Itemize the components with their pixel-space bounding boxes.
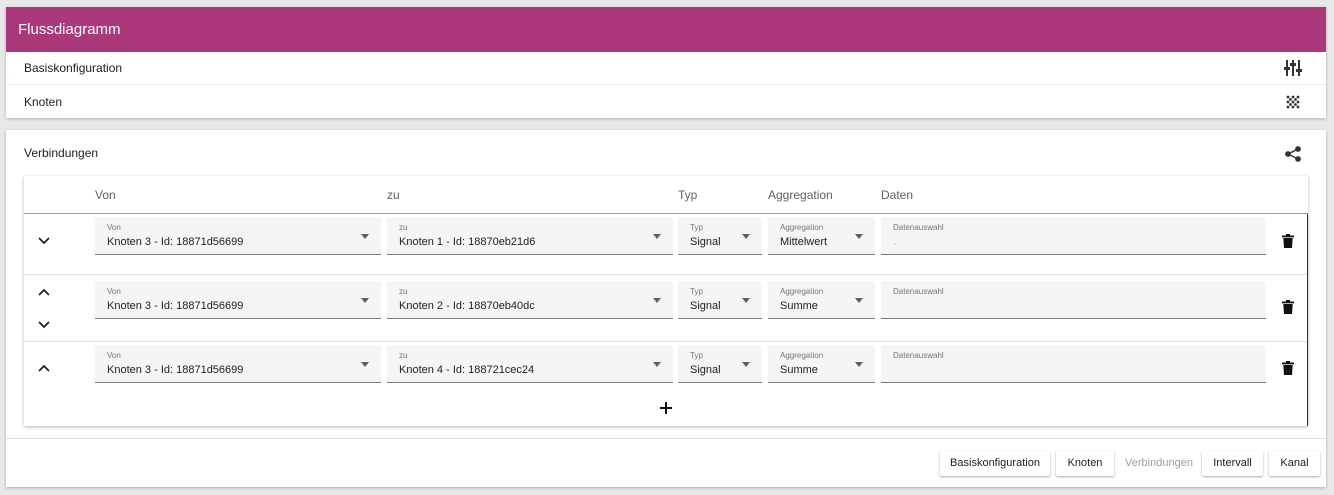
column-header-zu: zu bbox=[387, 188, 400, 202]
plus-icon[interactable] bbox=[656, 398, 676, 418]
delete-icon[interactable] bbox=[1278, 358, 1298, 378]
table-row: Von Knoten 3 - Id: 18871d56699 zu Knoten… bbox=[24, 214, 1308, 275]
table-edge-line bbox=[1307, 214, 1308, 426]
typ-select[interactable]: Typ Signal bbox=[678, 281, 762, 319]
column-header-daten: Daten bbox=[881, 188, 914, 202]
connections-card: Verbindungen Von zu Typ Aggregation Date… bbox=[6, 130, 1326, 487]
zu-select[interactable]: zu Knoten 4 - Id: 188721cec24 bbox=[387, 345, 673, 383]
flow-diagram-card: Flussdiagramm Basiskonfiguration Knoten bbox=[6, 7, 1326, 118]
aggregation-select[interactable]: Aggregation Mittelwert bbox=[768, 217, 875, 255]
chevron-up-icon[interactable] bbox=[34, 358, 54, 378]
grain-icon bbox=[1284, 93, 1302, 111]
aggregation-select[interactable]: Aggregation Summe bbox=[768, 281, 875, 319]
dropdown-arrow-icon bbox=[653, 298, 661, 303]
dropdown-arrow-icon bbox=[855, 362, 863, 367]
delete-icon[interactable] bbox=[1278, 231, 1298, 251]
daten-select[interactable]: Datenauswahl . bbox=[881, 217, 1266, 255]
column-header-von: Von bbox=[95, 188, 116, 202]
share-icon[interactable] bbox=[1283, 144, 1303, 164]
page-title: Flussdiagramm bbox=[6, 7, 1326, 52]
dropdown-arrow-icon bbox=[361, 362, 369, 367]
panel-label: Knoten bbox=[24, 94, 63, 109]
dropdown-arrow-icon bbox=[361, 298, 369, 303]
table-row: Von Knoten 3 - Id: 18871d56699 zu Knoten… bbox=[24, 275, 1308, 342]
dropdown-arrow-icon bbox=[361, 234, 369, 239]
chevron-up-icon[interactable] bbox=[34, 282, 54, 302]
footer-divider bbox=[6, 438, 1326, 439]
section-title: Verbindungen bbox=[24, 146, 99, 160]
chevron-down-icon[interactable] bbox=[34, 315, 54, 335]
von-select[interactable]: Von Knoten 3 - Id: 18871d56699 bbox=[95, 217, 381, 255]
typ-select[interactable]: Typ Signal bbox=[678, 345, 762, 383]
dropdown-arrow-icon bbox=[742, 298, 750, 303]
dropdown-arrow-icon bbox=[653, 362, 661, 367]
table-row: Von Knoten 3 - Id: 18871d56699 zu Knoten… bbox=[24, 342, 1308, 403]
panel-knoten[interactable]: Knoten bbox=[6, 85, 1326, 118]
tune-icon bbox=[1284, 59, 1302, 77]
panel-label: Basiskonfiguration bbox=[24, 61, 123, 75]
daten-select[interactable]: Datenauswahl bbox=[881, 345, 1266, 383]
zu-select[interactable]: zu Knoten 1 - Id: 18870eb21d6 bbox=[387, 217, 673, 255]
column-header-aggregation: Aggregation bbox=[768, 188, 833, 202]
kanal-button[interactable]: Kanal bbox=[1269, 451, 1320, 476]
table-header: Von zu Typ Aggregation Daten bbox=[24, 176, 1308, 214]
delete-icon[interactable] bbox=[1278, 297, 1298, 317]
panel-basiskonfiguration[interactable]: Basiskonfiguration bbox=[6, 52, 1326, 85]
basiskonfiguration-button[interactable]: Basiskonfiguration bbox=[940, 451, 1050, 476]
verbindungen-button[interactable]: Verbindungen bbox=[1120, 451, 1198, 476]
von-select[interactable]: Von Knoten 3 - Id: 18871d56699 bbox=[95, 345, 381, 383]
dropdown-arrow-icon bbox=[742, 234, 750, 239]
dropdown-arrow-icon bbox=[855, 298, 863, 303]
daten-select[interactable]: Datenauswahl bbox=[881, 281, 1266, 319]
chevron-down-icon[interactable] bbox=[34, 231, 54, 251]
dropdown-arrow-icon bbox=[742, 362, 750, 367]
dropdown-arrow-icon bbox=[653, 234, 661, 239]
typ-select[interactable]: Typ Signal bbox=[678, 217, 762, 255]
dropdown-arrow-icon bbox=[855, 234, 863, 239]
von-select[interactable]: Von Knoten 3 - Id: 18871d56699 bbox=[95, 281, 381, 319]
intervall-button[interactable]: Intervall bbox=[1202, 451, 1263, 476]
aggregation-select[interactable]: Aggregation Summe bbox=[768, 345, 875, 383]
knoten-button[interactable]: Knoten bbox=[1056, 451, 1114, 476]
zu-select[interactable]: zu Knoten 2 - Id: 18870eb40dc bbox=[387, 281, 673, 319]
column-header-typ: Typ bbox=[678, 188, 698, 202]
connections-table: Von zu Typ Aggregation Daten Von Knoten … bbox=[24, 176, 1308, 426]
